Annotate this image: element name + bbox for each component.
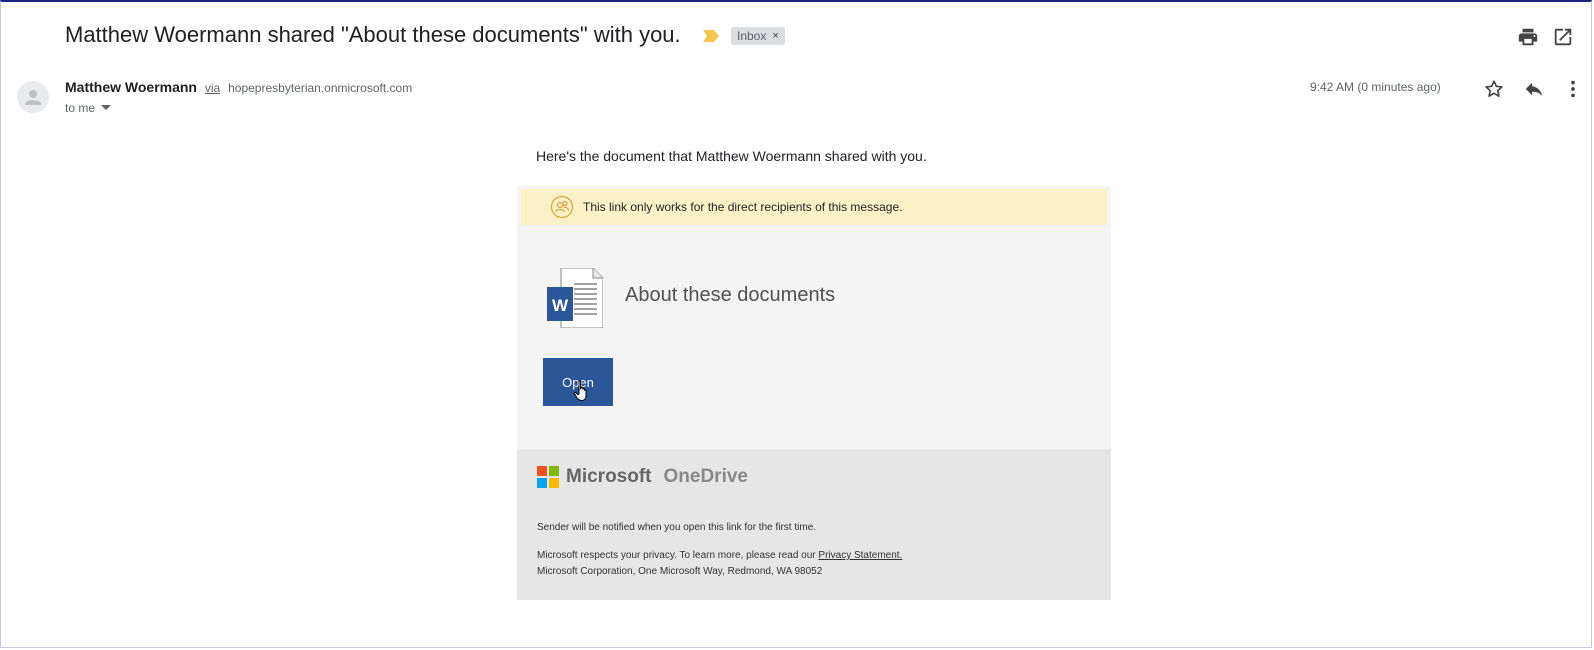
remove-label-button[interactable]: × — [772, 27, 778, 45]
sender-avatar — [17, 81, 49, 113]
recipient-notice: This link only works for the direct reci… — [521, 189, 1107, 225]
more-vert-icon[interactable] — [1562, 78, 1584, 100]
sender-line: Matthew Woermann via hopepresbyterian.on… — [65, 79, 412, 95]
chevron-down-icon — [101, 105, 112, 110]
inbox-label-chip: Inbox × — [731, 27, 785, 45]
notice-text: This link only works for the direct reci… — [583, 200, 903, 214]
message-timestamp: 9:42 AM (0 minutes ago) — [1310, 80, 1441, 94]
microsoft-logo-icon — [537, 466, 559, 488]
person-icon — [25, 90, 41, 105]
open-document-button[interactable]: Open — [543, 358, 613, 406]
footer-address: Microsoft Corporation, One Microsoft Way… — [537, 566, 823, 577]
message-intro: Here's the document that Matthew Woerman… — [536, 148, 927, 164]
reply-icon[interactable] — [1523, 78, 1545, 100]
people-restriction-icon — [550, 195, 574, 219]
sender-domain: hopepresbyterian.onmicrosoft.com — [228, 81, 413, 95]
footer-privacy-prefix: Microsoft respects your privacy. To lear… — [537, 550, 816, 561]
footer-notify-text: Sender will be notified when you open th… — [537, 522, 817, 533]
brand-onedrive: OneDrive — [663, 466, 748, 487]
word-document-icon[interactable]: W — [547, 268, 603, 328]
document-title[interactable]: About these documents — [625, 284, 835, 307]
sender-name[interactable]: Matthew Woermann — [65, 79, 197, 95]
privacy-statement-link[interactable]: Privacy Statement. — [818, 550, 902, 561]
open-button-label: Open — [562, 374, 594, 390]
footer-privacy-line: Microsoft respects your privacy. To lear… — [537, 550, 902, 561]
onedrive-share-card: This link only works for the direct reci… — [517, 186, 1111, 600]
inbox-label-text: Inbox — [737, 29, 767, 43]
recipient-text: to me — [65, 101, 96, 115]
svg-text:W: W — [552, 296, 569, 315]
onedrive-footer: Microsoft OneDrive Sender will be notifi… — [517, 449, 1111, 600]
brand-microsoft: Microsoft — [566, 466, 652, 487]
microsoft-onedrive-logo: Microsoft OneDrive — [537, 466, 748, 488]
email-subject: Matthew Woermann shared "About these doc… — [65, 22, 681, 47]
recipient-details-toggle[interactable]: to me — [65, 101, 112, 115]
via-link[interactable]: via — [205, 81, 220, 95]
print-icon[interactable] — [1517, 26, 1539, 48]
important-marker-icon[interactable] — [703, 30, 719, 42]
open-in-new-window-icon[interactable] — [1552, 26, 1574, 48]
star-icon[interactable] — [1483, 78, 1505, 100]
